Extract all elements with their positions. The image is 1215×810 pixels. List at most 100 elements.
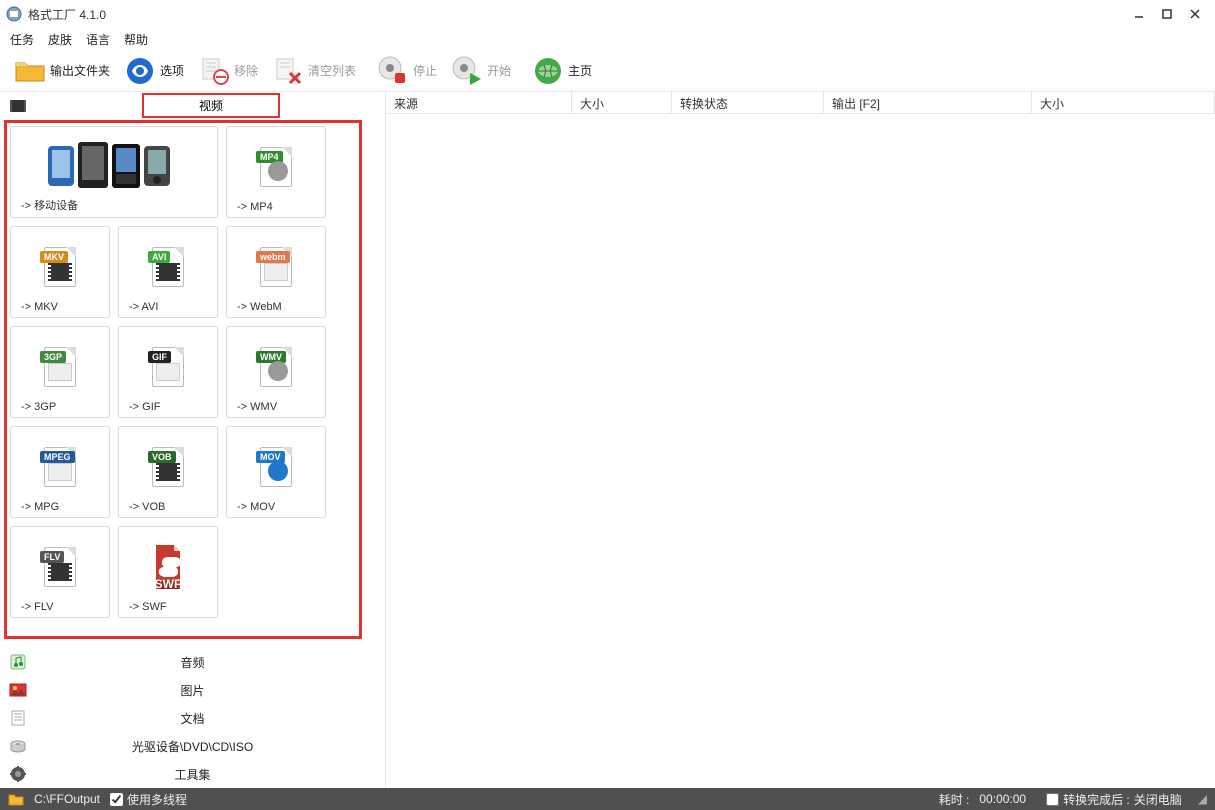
format-icon-mpg: MPEG [36,433,84,501]
maximize-button[interactable] [1153,4,1181,24]
multithread-checkbox[interactable] [110,793,123,806]
clear-icon [272,55,304,87]
audio-category-icon [0,653,36,671]
window-title: 格式工厂 4.1.0 [28,6,1125,23]
format-tile-swf[interactable]: SWF -> SWF [118,526,218,618]
document-category-icon [0,709,36,727]
stop-icon [377,55,409,87]
format-label-flv: -> FLV [15,601,105,613]
remove-icon [198,55,230,87]
col-size[interactable]: 大小 [572,92,672,113]
format-label-3gp: -> 3GP [15,401,105,413]
menu-task[interactable]: 任务 [10,31,34,48]
category-row-audio[interactable]: 音频 [0,648,385,676]
menu-language[interactable]: 语言 [86,31,110,48]
format-icon-webm: webm [252,233,300,301]
format-tile-mkv[interactable]: MKV-> MKV [10,226,110,318]
remove-label: 移除 [234,62,258,79]
format-tile-webm[interactable]: webm-> WebM [226,226,326,318]
category-audio-label: 音频 [36,654,349,671]
format-tile-mpg[interactable]: MPEG-> MPG [10,426,110,518]
format-label-mpg: -> MPG [15,501,105,513]
menu-skin[interactable]: 皮肤 [48,31,72,48]
task-list-header: 来源 大小 转换状态 输出 [F2] 大小 [386,92,1215,114]
col-source[interactable]: 来源 [386,92,572,113]
start-icon [451,55,483,87]
after-value: 关闭电脑 [1134,791,1182,808]
format-icon-gif: GIF [144,333,192,401]
category-rom-label: 光驱设备\DVD\CD\ISO [36,738,349,755]
after-complete-checkbox[interactable] [1046,793,1059,806]
category-toolbox-label: 工具集 [36,766,349,783]
format-tile-3gp[interactable]: 3GP-> 3GP [10,326,110,418]
category-row-document[interactable]: 文档 [0,704,385,732]
resize-grip-icon[interactable]: ◢ [1198,792,1207,806]
category-list: 音频 图片 文档 光驱设备\DVD\CD\ISO 工具集 [0,648,385,788]
category-row-image[interactable]: 图片 [0,676,385,704]
menu-bar: 任务 皮肤 语言 帮助 [0,28,1215,50]
svg-text:SWF: SWF [155,577,182,591]
col-size2[interactable]: 大小 [1032,92,1215,113]
task-list-body[interactable] [386,114,1215,788]
format-tile-avi[interactable]: AVI-> AVI [118,226,218,318]
format-icon-flv: FLV [36,533,84,601]
close-button[interactable] [1181,4,1209,24]
format-grid-scroll[interactable]: -> 移动设备MP4-> MP4MKV-> MKVAVI-> AVIwebm->… [0,120,385,648]
format-label-mov: -> MOV [231,501,321,513]
title-bar: 格式工厂 4.1.0 [0,0,1215,28]
col-state[interactable]: 转换状态 [672,92,824,113]
options-button[interactable]: 选项 [120,53,188,89]
format-icon-3gp: 3GP [36,333,84,401]
category-video-label: 视频 [199,97,223,114]
format-label-webm: -> WebM [231,301,321,313]
category-row-video[interactable]: 视频 [0,92,385,120]
after-label: 转换完成后 : [1063,791,1130,808]
stop-label: 停止 [413,62,437,79]
category-row-toolbox[interactable]: 工具集 [0,760,385,788]
output-folder-button[interactable]: 输出文件夹 [10,53,114,89]
format-tile-mobile[interactable]: -> 移动设备 [10,126,218,218]
format-label-wmv: -> WMV [231,401,321,413]
multithread-label: 使用多线程 [127,791,187,808]
format-label-swf: -> SWF [123,601,213,613]
col-output[interactable]: 输出 [F2] [824,92,1032,113]
format-icon-mkv: MKV [36,233,84,301]
right-panel: 来源 大小 转换状态 输出 [F2] 大小 [386,92,1215,788]
status-bar: C:\FFOutput 使用多线程 耗时 : 00:00:00 转换完成后 : … [0,788,1215,810]
format-icon-vob: VOB [144,433,192,501]
app-icon [6,6,22,22]
status-folder-icon[interactable] [8,792,24,806]
format-icon-mov: MOV [252,433,300,501]
format-tiles: -> 移动设备MP4-> MP4MKV-> MKVAVI-> AVIwebm->… [10,126,375,618]
format-grid-area: -> 移动设备MP4-> MP4MKV-> MKVAVI-> AVIwebm->… [0,120,385,648]
format-label-avi: -> AVI [123,301,213,313]
format-tile-vob[interactable]: VOB-> VOB [118,426,218,518]
main-split: 视频 -> 移动设备MP4-> MP4MKV-> MKVAVI-> AVIweb… [0,92,1215,788]
options-label: 选项 [160,62,184,79]
start-button[interactable]: 开始 [447,53,515,89]
format-tile-flv[interactable]: FLV-> FLV [10,526,110,618]
menu-help[interactable]: 帮助 [124,31,148,48]
format-tile-wmv[interactable]: WMV-> WMV [226,326,326,418]
stop-button[interactable]: 停止 [373,53,441,89]
minimize-button[interactable] [1125,4,1153,24]
category-image-label: 图片 [36,682,349,699]
format-tile-gif[interactable]: GIF-> GIF [118,326,218,418]
remove-button[interactable]: 移除 [194,53,262,89]
clear-button[interactable]: 清空列表 [268,53,360,89]
output-path-text[interactable]: C:\FFOutput [34,792,100,806]
after-complete-toggle[interactable]: 转换完成后 : 关闭电脑 [1046,791,1182,808]
category-document-label: 文档 [36,710,349,727]
format-label-mkv: -> MKV [15,301,105,313]
category-row-rom[interactable]: 光驱设备\DVD\CD\ISO [0,732,385,760]
format-icon-mp4: MP4 [252,133,300,201]
format-label-mp4: -> MP4 [231,201,321,213]
options-icon [124,55,156,87]
multithread-toggle[interactable]: 使用多线程 [110,791,187,808]
format-tile-mp4[interactable]: MP4-> MP4 [226,126,326,218]
format-tile-mov[interactable]: MOV-> MOV [226,426,326,518]
format-label-gif: -> GIF [123,401,213,413]
home-button[interactable]: 主页 [528,53,596,89]
format-label-mobile: -> 移动设备 [15,197,213,213]
home-label: 主页 [568,62,592,79]
